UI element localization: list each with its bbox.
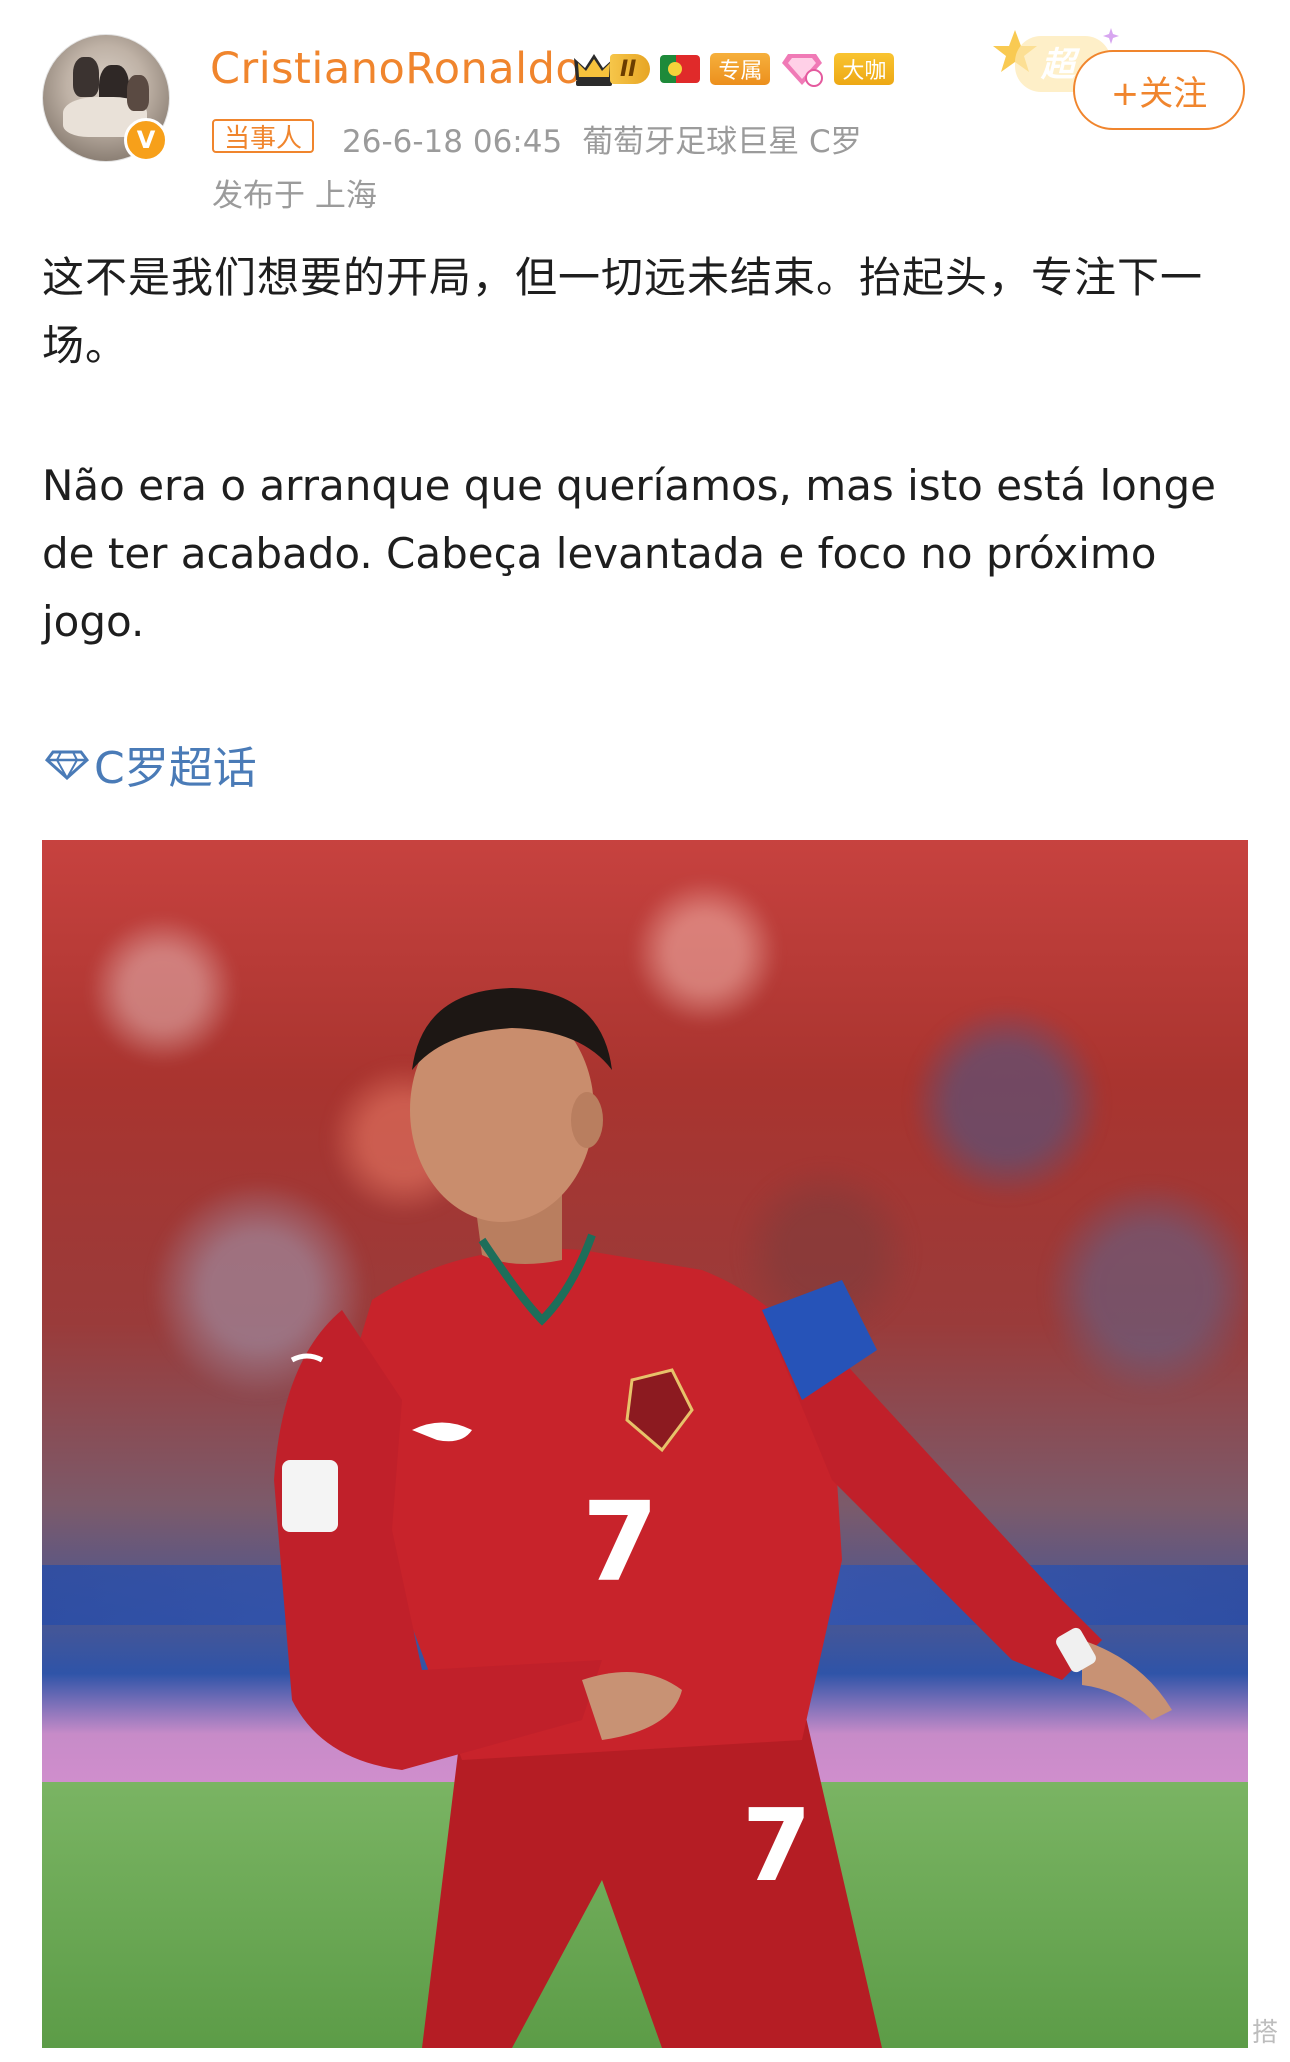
username[interactable]: CristianoRonaldo [210, 44, 582, 94]
topic-label: C罗超话 [94, 743, 257, 794]
player-figure: 7 7 [274, 988, 1172, 2048]
portugal-flag-icon [660, 55, 701, 83]
user-badges: II 专属 大咖 [572, 50, 895, 88]
post-source: 葡萄牙足球巨星 C罗 [582, 124, 862, 160]
crown-rank-badge[interactable]: II [572, 50, 651, 88]
diamond-topic-icon [44, 750, 90, 781]
jersey-number: 7 [582, 1478, 659, 1606]
follow-button[interactable]: +关注 [1073, 50, 1245, 130]
post-text-chinese: 这不是我们想要的开局，但一切远未结束。抬起头，专注下一场。 [42, 253, 1204, 370]
post-timestamp: 26-6-18 06:45 [342, 124, 563, 160]
weibo-post: V CristianoRonaldo II 专属 大咖 当事人 26-6-18 … [0, 0, 1290, 2062]
post-location: 发布于 上海 [212, 178, 377, 214]
verified-badge-icon: V [124, 118, 168, 162]
post-text-portuguese: Não era o arranque que queríamos, mas is… [42, 461, 1216, 646]
vip-badge[interactable]: 大咖 [834, 53, 895, 85]
rank-tag: II [610, 54, 651, 84]
post-photo[interactable]: 7 7 [42, 840, 1248, 2048]
post-meta: 26-6-18 06:45 葡萄牙足球巨星 C罗 [342, 116, 882, 161]
diamond-level-icon[interactable] [780, 50, 824, 88]
topic-link[interactable]: C罗超话 [44, 732, 257, 796]
edge-watermark: 搭 [1252, 2018, 1279, 2048]
identity-tag: 当事人 [212, 119, 315, 154]
exclusive-badge[interactable]: 专属 [710, 53, 771, 85]
shorts-number: 7 [742, 1787, 812, 1904]
avatar[interactable]: V [42, 34, 174, 166]
